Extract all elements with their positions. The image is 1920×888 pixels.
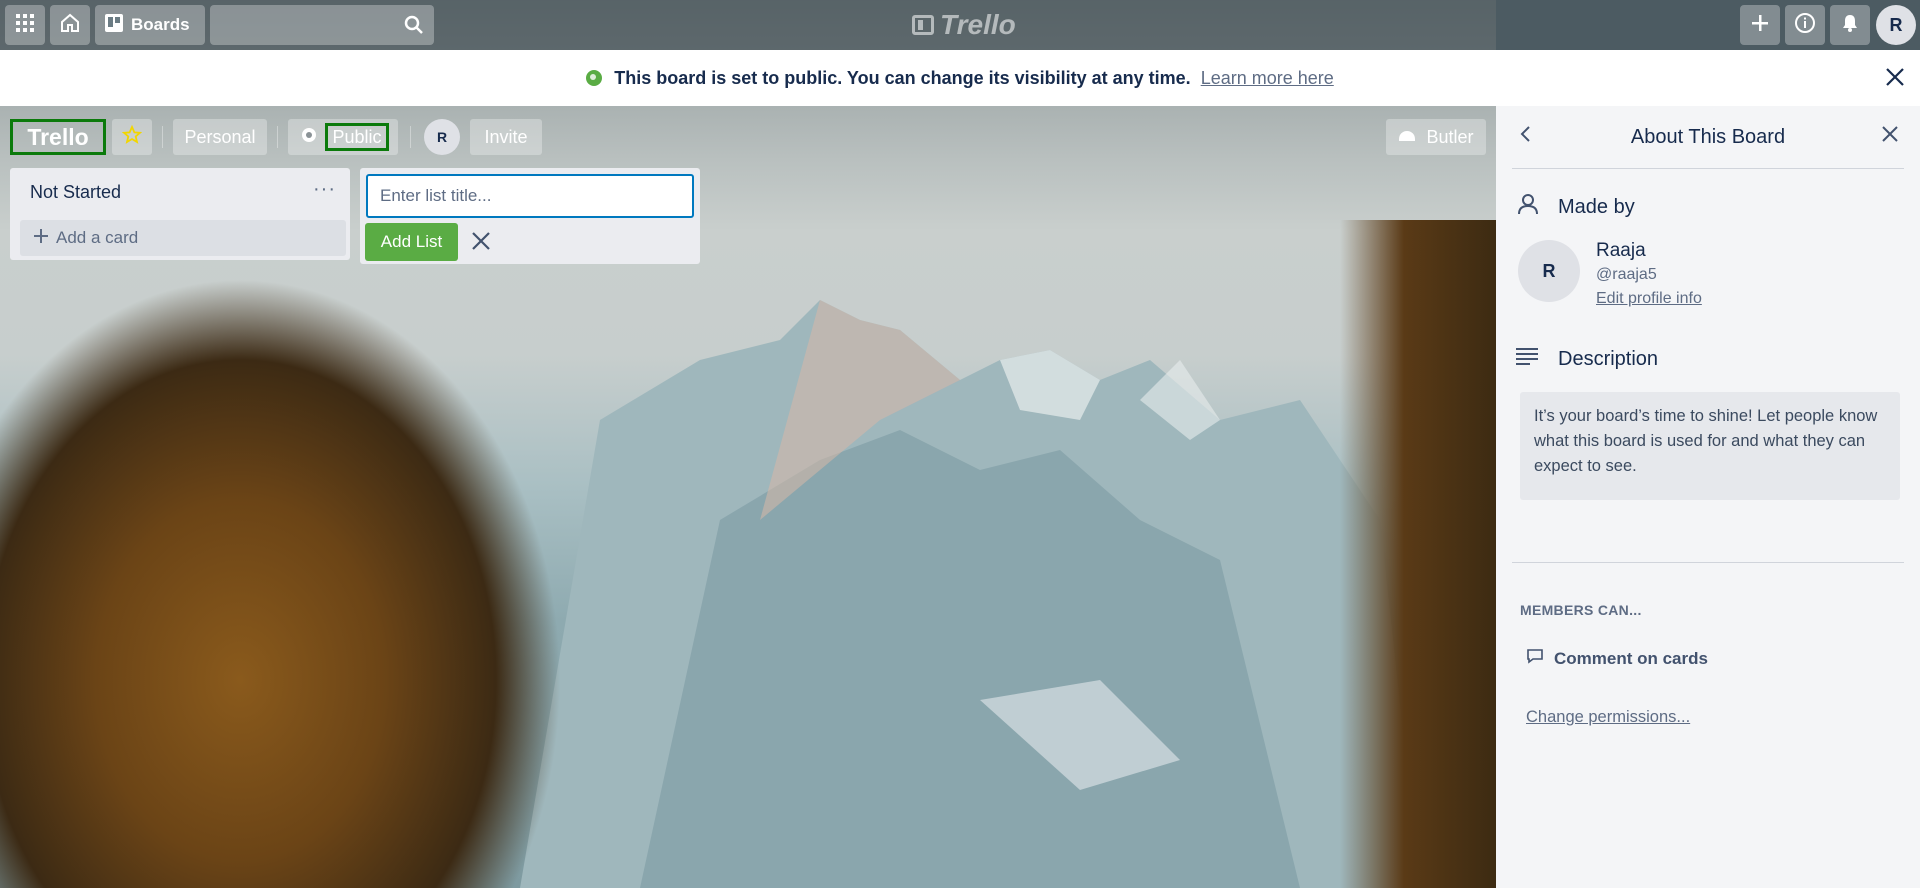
description-editor[interactable]: It’s your board’s time to shine! Let peo… (1520, 392, 1900, 500)
list-title[interactable]: Not Started (30, 182, 121, 203)
creator-avatar[interactable]: R (1518, 240, 1580, 302)
description-label: Description (1558, 347, 1659, 370)
visibility-label: Public (325, 123, 389, 151)
team-visibility-button[interactable]: Personal (173, 119, 267, 155)
member-avatar[interactable]: R (424, 119, 460, 155)
banner-message: This board is set to public. You can cha… (614, 67, 1191, 88)
notifications-button[interactable] (1830, 5, 1870, 45)
member-initial: R (436, 129, 448, 145)
grid-icon (16, 13, 34, 37)
public-banner: This board is set to public. You can cha… (0, 50, 1920, 106)
board-menu-sidebar: About This Board Made by R Raaja @raaja5… (1496, 106, 1920, 888)
globe-icon (301, 127, 317, 148)
made-by-label: Made by (1558, 195, 1635, 218)
boards-button[interactable]: Boards (95, 5, 205, 45)
description-heading: Description (1516, 346, 1658, 372)
description-icon (1516, 346, 1540, 372)
globe-icon (586, 70, 603, 86)
close-icon (1884, 68, 1906, 92)
add-card-button[interactable]: Add a card (20, 220, 346, 256)
made-by-heading: Made by (1516, 192, 1635, 222)
apps-button[interactable] (5, 5, 45, 45)
permission-item: Comment on cards (1526, 648, 1708, 669)
visibility-button[interactable]: Public (288, 119, 398, 155)
add-card-label: Add a card (56, 228, 139, 247)
butler-label: Butler (1426, 126, 1474, 147)
list-menu-button[interactable]: ··· (313, 178, 336, 201)
trees-left (0, 260, 640, 888)
home-button[interactable] (50, 5, 90, 45)
star-button[interactable] (112, 119, 152, 155)
create-button[interactable] (1740, 5, 1780, 45)
change-permissions-link[interactable]: Change permissions... (1526, 708, 1690, 727)
plus-icon (34, 228, 48, 248)
star-icon (121, 124, 143, 150)
logo-text: Trello (940, 9, 1016, 40)
divider (410, 126, 411, 148)
permission-label: Comment on cards (1554, 648, 1708, 668)
list-not-started: Not Started ··· Add a card (10, 168, 350, 260)
separator (1512, 168, 1904, 169)
sidebar-close-button[interactable] (1880, 124, 1900, 149)
info-button[interactable] (1785, 5, 1825, 45)
invite-button[interactable]: Invite (470, 119, 542, 155)
banner-close-button[interactable] (1884, 66, 1906, 93)
list-title-input[interactable] (366, 174, 694, 218)
close-icon (1880, 126, 1900, 148)
creator-name: Raaja (1596, 240, 1646, 261)
comment-icon (1526, 648, 1544, 669)
edit-profile-link[interactable]: Edit profile info (1596, 290, 1702, 308)
home-icon (60, 13, 80, 38)
trello-logo-icon (912, 15, 934, 35)
trello-logo[interactable]: Trello (912, 8, 1016, 42)
board-title[interactable]: Trello (10, 119, 106, 155)
plus-icon (1750, 13, 1770, 38)
search-input[interactable] (210, 5, 434, 45)
creator-initial: R (1542, 260, 1556, 281)
add-list-button[interactable]: Add List (365, 223, 458, 261)
bell-icon (1840, 13, 1860, 38)
top-header: Boards Trello R (0, 0, 1920, 50)
user-initial: R (1889, 14, 1903, 35)
separator (1512, 562, 1904, 563)
trees-right (1340, 220, 1500, 888)
user-avatar[interactable]: R (1876, 5, 1916, 45)
butler-button[interactable]: Butler (1386, 119, 1486, 155)
close-icon (470, 232, 492, 256)
divider (162, 126, 163, 148)
butler-icon (1398, 127, 1416, 148)
info-icon (1794, 12, 1816, 39)
members-can-heading: MEMBERS CAN... (1520, 602, 1642, 618)
board-icon (105, 13, 123, 37)
search-icon (404, 15, 424, 40)
sidebar-title: About This Board (1630, 126, 1786, 148)
add-list-form: Add List (360, 168, 700, 264)
creator-handle: @raaja5 (1596, 266, 1657, 283)
learn-more-link[interactable]: Learn more here (1201, 68, 1334, 89)
cancel-add-list-button[interactable] (470, 230, 492, 257)
person-icon (1516, 192, 1540, 222)
divider (277, 126, 278, 148)
boards-label: Boards (131, 15, 190, 34)
